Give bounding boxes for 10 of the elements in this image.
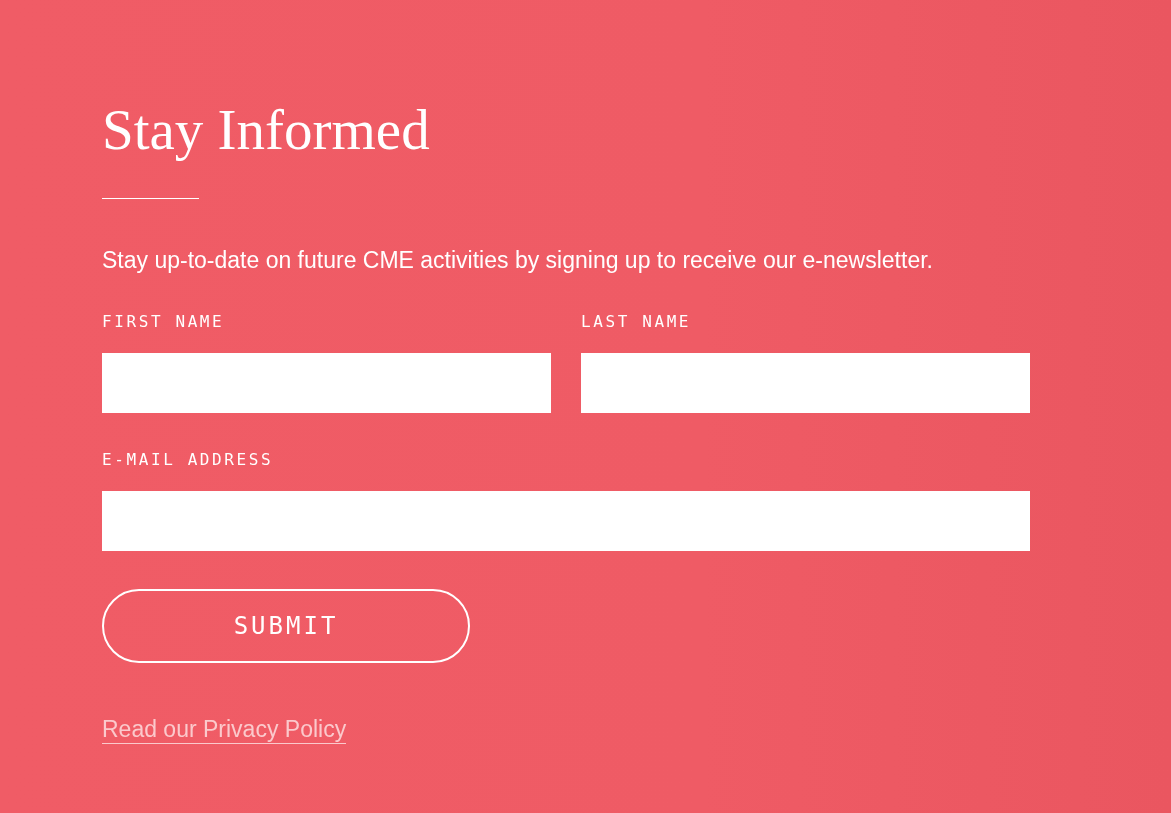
input-field[interactable] xyxy=(102,353,551,413)
section-title: Stay Informed xyxy=(102,97,431,163)
submit-button[interactable]: SUBMIT xyxy=(102,589,470,663)
field-label: E-MAIL ADDRESS xyxy=(102,449,274,471)
field-label: LAST NAME xyxy=(581,311,692,333)
field-label: FIRST NAME xyxy=(102,311,225,333)
privacy-policy-link[interactable]: Read our Privacy Policy xyxy=(102,715,347,744)
description-text: Stay up-to-date on future CME activities by signing up to receive our e-newsletter. xyxy=(102,246,934,275)
input-field[interactable] xyxy=(581,353,1030,413)
input-field[interactable] xyxy=(102,491,1030,551)
